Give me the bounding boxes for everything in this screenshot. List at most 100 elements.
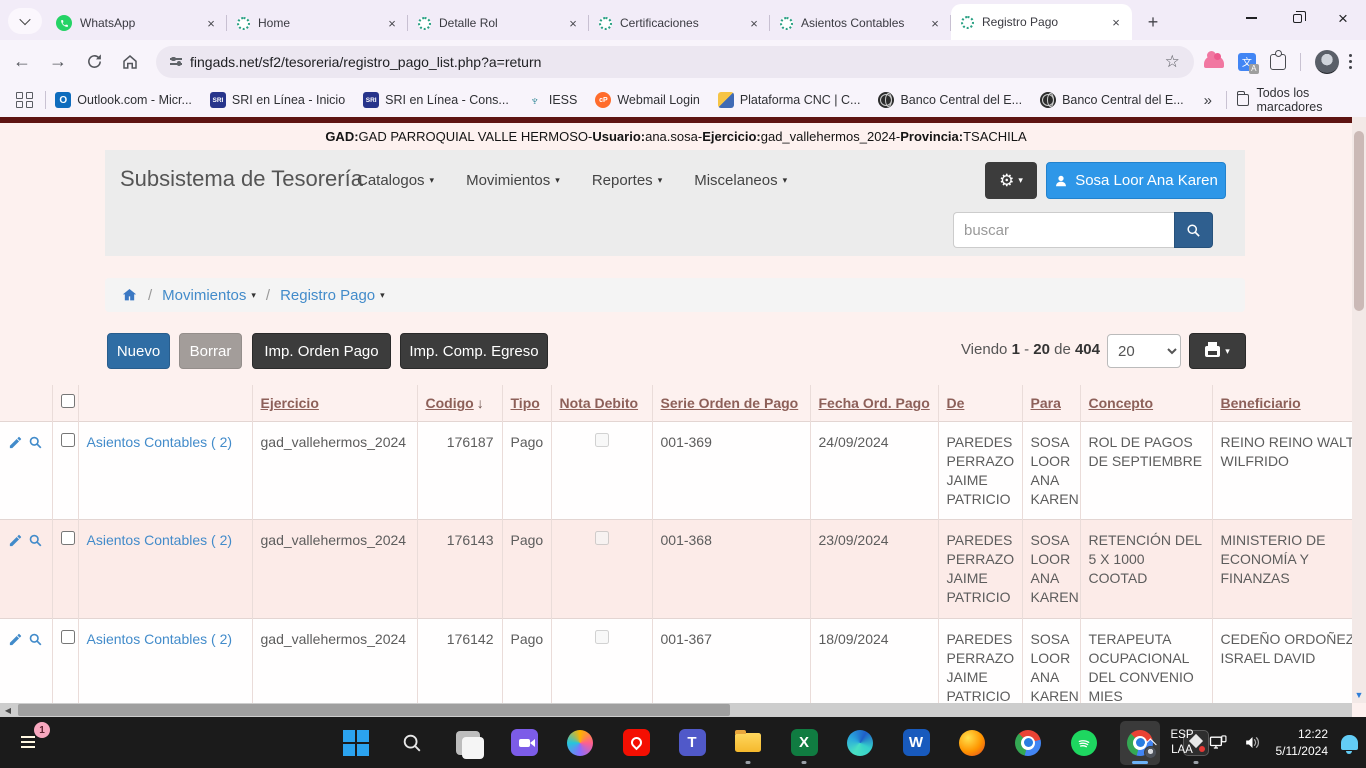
network-icon[interactable] bbox=[1207, 733, 1229, 753]
header-codigo[interactable]: Codigo bbox=[426, 395, 474, 411]
edit-pencil-icon[interactable] bbox=[8, 435, 23, 450]
tab-close-icon[interactable]: × bbox=[565, 15, 581, 31]
imp-orden-pago-button[interactable]: Imp. Orden Pago bbox=[252, 333, 391, 369]
header-para[interactable]: Para bbox=[1031, 395, 1061, 411]
asientos-contables-link[interactable]: Asientos Contables ( 2) bbox=[87, 631, 233, 647]
extension-cloud-icon[interactable] bbox=[1204, 56, 1224, 68]
menu-miscelaneos[interactable]: Miscelaneos▾ bbox=[694, 172, 787, 189]
select-all-checkbox[interactable] bbox=[61, 394, 75, 408]
horizontal-scrollbar-thumb[interactable] bbox=[18, 704, 730, 716]
asientos-contables-link[interactable]: Asientos Contables ( 2) bbox=[87, 532, 233, 548]
header-de[interactable]: De bbox=[947, 395, 965, 411]
header-nota-debito[interactable]: Nota Debito bbox=[560, 395, 639, 411]
page-size-select[interactable]: 20 bbox=[1107, 334, 1181, 368]
bookmark-banco-central-2[interactable]: Banco Central del E... bbox=[1040, 92, 1184, 108]
bookmark-cnc[interactable]: Plataforma CNC | C... bbox=[718, 92, 861, 108]
firefox-button[interactable] bbox=[952, 721, 992, 765]
search-input[interactable] bbox=[953, 212, 1174, 248]
close-button[interactable]: × bbox=[1320, 0, 1366, 36]
tab-detalle-rol[interactable]: Detalle Rol × bbox=[408, 6, 589, 40]
minimize-button[interactable] bbox=[1228, 0, 1274, 36]
translate-icon[interactable]: 文 bbox=[1238, 53, 1256, 71]
tab-certificaciones[interactable]: Certificaciones × bbox=[589, 6, 770, 40]
header-beneficiario[interactable]: Beneficiario bbox=[1221, 395, 1301, 411]
header-ejercicio[interactable]: Ejercicio bbox=[261, 395, 319, 411]
language-indicator[interactable]: ESPLAA bbox=[1170, 728, 1193, 758]
tab-registro-pago-active[interactable]: Registro Pago × bbox=[951, 4, 1132, 40]
acrobat-button[interactable] bbox=[616, 721, 656, 765]
breadcrumb-registro-pago[interactable]: Registro Pago▾ bbox=[280, 287, 385, 304]
user-button[interactable]: Sosa Loor Ana Karen bbox=[1046, 162, 1226, 199]
menu-movimientos[interactable]: Movimientos▾ bbox=[466, 172, 560, 189]
home-button[interactable] bbox=[116, 48, 144, 76]
breadcrumb-movimientos[interactable]: Movimientos▾ bbox=[162, 287, 256, 304]
edit-pencil-icon[interactable] bbox=[8, 533, 23, 548]
tab-close-icon[interactable]: × bbox=[384, 15, 400, 31]
new-tab-button[interactable]: + bbox=[1140, 9, 1166, 35]
site-settings-icon[interactable] bbox=[170, 58, 182, 64]
teams-button[interactable]: T bbox=[672, 721, 712, 765]
forward-button[interactable]: → bbox=[44, 48, 72, 76]
view-magnifier-icon[interactable] bbox=[28, 435, 43, 450]
edit-pencil-icon[interactable] bbox=[8, 632, 23, 647]
view-magnifier-icon[interactable] bbox=[28, 632, 43, 647]
home-icon[interactable] bbox=[121, 287, 138, 303]
all-bookmarks-button[interactable]: Todos los marcadores bbox=[1226, 86, 1350, 114]
tab-whatsapp[interactable]: WhatsApp × bbox=[46, 6, 227, 40]
imp-comp-egreso-button[interactable]: Imp. Comp. Egreso bbox=[400, 333, 548, 369]
tab-home[interactable]: Home × bbox=[227, 6, 408, 40]
menu-catalogos[interactable]: Catalogos▾ bbox=[357, 172, 434, 189]
bookmark-star-icon[interactable]: ☆ bbox=[1165, 52, 1180, 72]
bookmark-sri-consultas[interactable]: SRISRI en Línea - Cons... bbox=[363, 92, 509, 108]
header-tipo[interactable]: Tipo bbox=[511, 395, 540, 411]
apps-grid-icon[interactable] bbox=[16, 92, 33, 109]
vertical-scrollbar-thumb[interactable] bbox=[1354, 131, 1364, 311]
notification-bell-icon[interactable] bbox=[1341, 735, 1358, 750]
bookmark-webmail[interactable]: cPWebmail Login bbox=[595, 92, 699, 108]
search-button[interactable] bbox=[1174, 212, 1213, 248]
bookmarks-overflow-chevron[interactable]: » bbox=[1204, 92, 1212, 109]
clock[interactable]: 12:225/11/2024 bbox=[1276, 726, 1329, 758]
back-button[interactable]: ← bbox=[8, 48, 36, 76]
header-concepto[interactable]: Concepto bbox=[1089, 395, 1154, 411]
horizontal-scrollbar[interactable]: ◀ bbox=[0, 703, 1352, 717]
browser-menu-icon[interactable] bbox=[1349, 54, 1352, 69]
speaker-icon[interactable] bbox=[1242, 733, 1263, 752]
meet-app-button[interactable] bbox=[504, 721, 544, 765]
restore-button[interactable] bbox=[1274, 0, 1320, 36]
url-text[interactable]: fingads.net/sf2/tesoreria/registro_pago_… bbox=[190, 54, 1165, 70]
header-fecha-ord[interactable]: Fecha Ord. Pago bbox=[819, 395, 930, 411]
chrome-button[interactable] bbox=[1008, 721, 1048, 765]
word-button[interactable]: W bbox=[896, 721, 936, 765]
task-view-button[interactable] bbox=[448, 721, 488, 765]
tab-close-icon[interactable]: × bbox=[927, 15, 943, 31]
scroll-left-arrow-icon[interactable]: ◀ bbox=[0, 703, 16, 717]
tab-asientos-contables[interactable]: Asientos Contables × bbox=[770, 6, 951, 40]
taskbar-search-button[interactable] bbox=[392, 721, 432, 765]
asientos-contables-link[interactable]: Asientos Contables ( 2) bbox=[87, 434, 233, 450]
copilot-button[interactable] bbox=[560, 721, 600, 765]
row-checkbox[interactable] bbox=[61, 531, 75, 545]
scroll-down-arrow-icon[interactable]: ▼ bbox=[1352, 687, 1366, 703]
extensions-puzzle-icon[interactable] bbox=[1270, 54, 1286, 70]
edge-button[interactable] bbox=[840, 721, 880, 765]
tab-search-button[interactable] bbox=[8, 8, 42, 34]
widgets-button[interactable]: 1 bbox=[16, 727, 46, 757]
start-button[interactable] bbox=[336, 721, 376, 765]
spotify-button[interactable] bbox=[1064, 721, 1104, 765]
row-checkbox[interactable] bbox=[61, 433, 75, 447]
nuevo-button[interactable]: Nuevo bbox=[107, 333, 170, 369]
row-checkbox[interactable] bbox=[61, 630, 75, 644]
settings-button[interactable]: ⚙▾ bbox=[985, 162, 1037, 199]
header-serie-orden[interactable]: Serie Orden de Pago bbox=[661, 395, 799, 411]
excel-button[interactable]: X bbox=[784, 721, 824, 765]
bookmark-outlook[interactable]: OOutlook.com - Micr... bbox=[55, 92, 192, 108]
bookmark-sri-inicio[interactable]: SRISRI en Línea - Inicio bbox=[210, 92, 345, 108]
print-button[interactable]: ▾ bbox=[1189, 333, 1246, 369]
menu-reportes[interactable]: Reportes▾ bbox=[592, 172, 662, 189]
borrar-button[interactable]: Borrar bbox=[179, 333, 242, 369]
profile-avatar[interactable] bbox=[1315, 50, 1339, 74]
vertical-scrollbar[interactable]: ▼ bbox=[1352, 117, 1366, 703]
file-explorer-button[interactable] bbox=[728, 721, 768, 765]
address-bar[interactable]: fingads.net/sf2/tesoreria/registro_pago_… bbox=[156, 46, 1194, 78]
